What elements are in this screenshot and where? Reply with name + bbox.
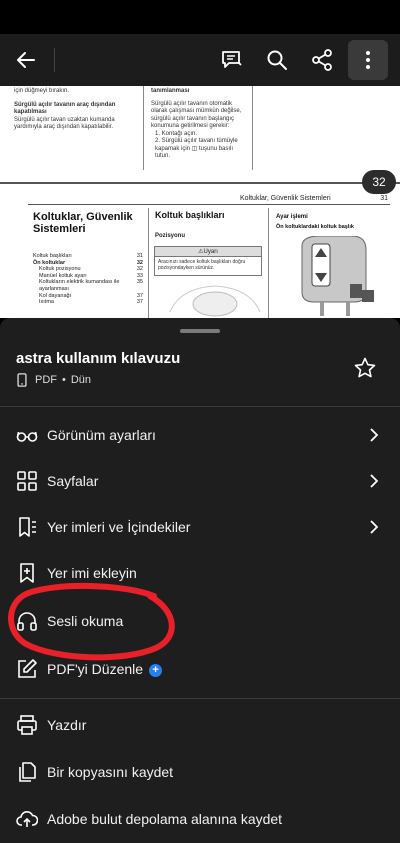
page-separator [0,182,400,184]
page-text: 1. Kontağı açın. [155,130,198,137]
share-button[interactable] [302,40,342,80]
menu-item-label: PDF'yi Düzenle + [47,661,163,677]
page-header-number: 31 [380,195,388,202]
document-options-sheet: astra kullanım kılavuzu PDF • Dün Görünü… [0,318,400,843]
status-bar [0,0,400,34]
menu-item-label: Yer imi ekleyin [47,565,137,581]
menu-item-edit-pdf[interactable]: PDF'yi Düzenle + [0,646,400,692]
menu-item-print[interactable]: Yazdır [0,702,400,748]
menu-item-label: Yer imleri ve İçindekiler [47,519,191,535]
sheet-divider [0,406,400,407]
seat-illustration [169,285,261,317]
glasses-icon [16,424,38,446]
chevron-right-icon [366,427,382,443]
page-heading: Sürgülü açılır tavanın araç dışından kap… [14,101,116,116]
top-toolbar [0,34,400,86]
chapter-toc: Koltuk başlıkları 31 Ön koltuklar 32 Koltu… [33,253,143,306]
edit-icon [16,658,38,680]
page-header-rule [28,204,390,205]
file-name: astra kullanım kılavuzu [16,350,181,367]
toc-row: Ön koltuklar 32 [33,259,143,266]
page-text: Sürgülü açılır tavan uzaktan kumanda yar… [14,116,115,131]
menu-item-save-to-cloud[interactable]: Adobe bulut depolama alanına kaydet [0,796,400,842]
toc-row: Manüel koltuk ayarı 33 [39,272,143,279]
right-subheading: Ön koltuklardaki koltuk başlık [276,224,354,230]
warning-box: ⚠Uyarı Aracınızı sadece koltuk başlıklar… [154,246,262,276]
menu-item-label: Adobe bulut depolama alanına kaydet [47,811,283,827]
menu-item-pages[interactable]: Sayfalar [0,458,400,504]
headrest-illustration [301,236,374,316]
menu-item-label: Sesli okuma [47,613,124,629]
sheet-divider [0,698,400,699]
page-header-title: Koltuklar, Güvenlik Sistemleri [240,195,331,202]
phone-icon [17,373,27,387]
page-column-middle: tanımlanması Sürgülü açılır tavanın otom… [151,88,247,161]
back-button[interactable] [6,40,46,80]
bookmark-add-icon [16,562,38,584]
page-header: Koltuklar, Güvenlik Sistemleri 31 [240,195,388,202]
copy-icon [16,761,38,783]
favorite-star-icon[interactable] [353,356,377,380]
menu-item-label: Sayfalar [47,473,99,489]
pdf-page-previous: için düğmeyi bırakın. Sürgülü açılır tav… [0,86,400,182]
menu-item-bookmarks-toc[interactable]: Yer imleri ve İçindekiler [0,504,400,550]
printer-icon [16,714,38,736]
chevron-right-icon [366,473,382,489]
search-icon [267,50,287,70]
warning-label: ⚠Uyarı [155,247,261,257]
file-date: Dün [70,374,92,386]
sheet-drag-handle[interactable] [180,329,220,333]
more-menu-button[interactable] [348,40,388,80]
headphones-icon [16,610,38,632]
subsection-title: Pozisyonu [155,233,186,239]
file-type: PDF [35,374,57,386]
toc-row: Koltuk pozisyonu 32 [39,266,143,273]
column-divider [143,86,144,170]
chevron-right-icon [366,519,382,535]
premium-plus-icon: + [149,663,163,677]
cloud-upload-icon [16,808,38,830]
menu-item-label: Bir kopyasını kaydet [47,764,174,780]
menu-item-view-settings[interactable]: Görünüm ayarları [0,412,400,458]
column-divider [252,86,253,170]
comment-icon [222,51,242,68]
menu-item-label: Yazdır [47,717,87,733]
search-button[interactable] [257,40,297,80]
share-icon [312,49,332,71]
grid-icon [16,470,38,492]
toc-row: Kol dayanağı 37 [39,292,143,299]
page-number-badge: 32 [362,170,396,194]
section-title: Koltuk başlıkları [155,210,225,220]
back-arrow-icon [17,52,35,68]
page-heading: tanımlanması [151,88,190,94]
more-vertical-icon [366,51,370,69]
toc-row: Koltuk başlıkları 31 [33,253,143,259]
page-text: için düğmeyi bırakın. [14,88,70,94]
column-divider [148,208,149,318]
document-viewer[interactable]: için düğmeyi bırakın. Sürgülü açılır tav… [0,86,400,318]
page-text: Sürgülü açılır tavanın otomatik olarak ç… [151,100,242,130]
toc-row: Isıtma 37 [39,299,143,306]
menu-item-add-bookmark[interactable]: Yer imi ekleyin [0,550,400,596]
file-meta: PDF • Dün [16,372,91,388]
warning-text: Aracınızı sadece koltuk başlıkları doğru… [158,259,246,271]
page-column-left: için düğmeyi bırakın. Sürgülü açılır tav… [14,88,136,132]
toc-row: Koltukların elektrik kumandası ile ayarl… [39,279,143,292]
comment-button[interactable] [212,40,252,80]
menu-item-read-aloud[interactable]: Sesli okuma [0,598,400,644]
chapter-title: Koltuklar, Güvenlik Sistemleri [33,211,133,235]
page-text: 2. Sürgülü açılır tavanı tümüyle kapamak… [155,138,238,159]
menu-item-save-copy[interactable]: Bir kopyasını kaydet [0,749,400,795]
menu-item-label: Görünüm ayarları [47,427,156,443]
meta-separator: • [62,374,66,386]
right-heading: Ayar işlemi [276,214,308,220]
toolbar-divider [54,48,55,72]
bookmark-list-icon [16,516,38,538]
